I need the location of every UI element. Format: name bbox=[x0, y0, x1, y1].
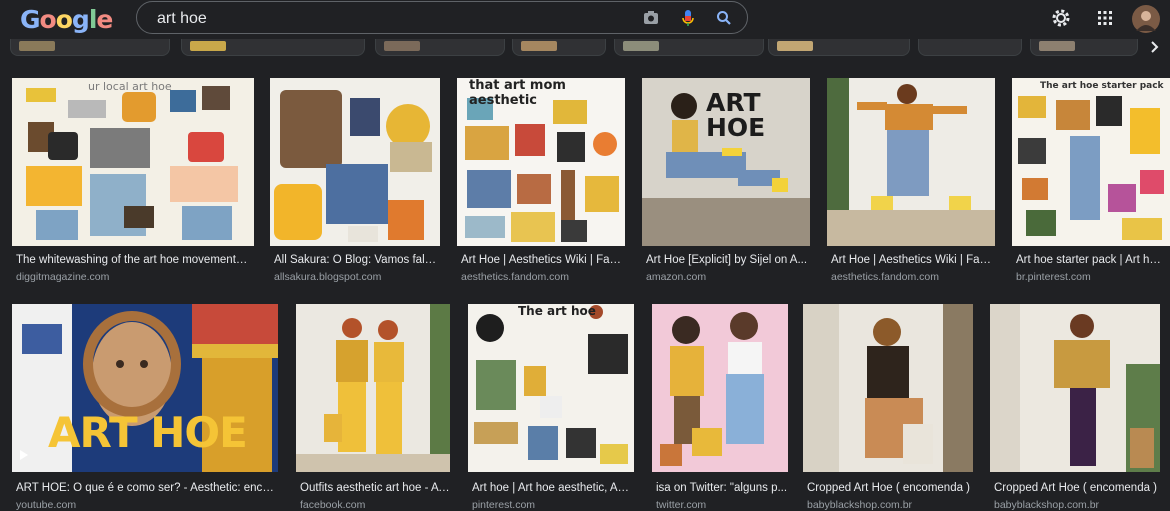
result-thumbnail[interactable]: ART HOE bbox=[642, 78, 810, 246]
top-bar: Google bbox=[0, 0, 1170, 38]
related-searches-strip bbox=[0, 39, 1170, 57]
image-result[interactable]: isa on Twitter: "alguns p... twitter.com bbox=[652, 304, 788, 511]
image-result[interactable]: Cropped Art Hoe ( encomenda ) babyblacks… bbox=[990, 304, 1160, 511]
result-thumbnail[interactable] bbox=[270, 78, 440, 246]
image-result[interactable]: Art Hoe | Aesthetics Wiki | Fan... aesth… bbox=[827, 78, 995, 284]
result-title[interactable]: Cropped Art Hoe ( encomenda ) bbox=[994, 482, 1160, 494]
result-source[interactable]: twitter.com bbox=[656, 499, 706, 511]
thumbnail-overlay-text: ur local art hoe bbox=[88, 80, 172, 93]
related-chip[interactable] bbox=[768, 39, 910, 56]
logo-letter: g bbox=[71, 5, 90, 34]
thumbnail-overlay-text: ART HOE bbox=[706, 88, 766, 142]
result-title[interactable]: ART HOE: O que é e como ser? - Aesthetic… bbox=[16, 482, 274, 494]
settings-icon[interactable] bbox=[1050, 7, 1072, 34]
image-result[interactable]: Cropped Art Hoe ( encomenda ) babyblacks… bbox=[803, 304, 973, 511]
result-thumbnail[interactable]: that art mom aesthetic bbox=[457, 78, 625, 246]
image-result[interactable]: ur local art hoe The whitewashing of the… bbox=[12, 78, 254, 284]
image-result[interactable]: ART HOE Art Hoe [Explicit] by Sijel on A… bbox=[642, 78, 810, 284]
microphone-icon[interactable] bbox=[677, 7, 699, 29]
related-chip[interactable] bbox=[181, 39, 365, 56]
search-box bbox=[136, 1, 748, 34]
related-chip[interactable] bbox=[512, 39, 606, 56]
result-title[interactable]: Art hoe | Art hoe aesthetic, Aes... bbox=[472, 482, 634, 494]
avatar[interactable] bbox=[1132, 5, 1160, 38]
result-source[interactable]: pinterest.com bbox=[472, 499, 535, 511]
result-thumbnail[interactable] bbox=[990, 304, 1160, 472]
result-source[interactable]: amazon.com bbox=[646, 271, 706, 283]
chevron-right-icon[interactable] bbox=[1148, 39, 1162, 60]
logo-letter: o bbox=[39, 5, 57, 34]
result-thumbnail[interactable]: The art hoe starter pack bbox=[1012, 78, 1170, 246]
camera-icon[interactable] bbox=[640, 7, 662, 29]
logo-letter: o bbox=[55, 5, 73, 34]
logo-letter: G bbox=[20, 5, 41, 34]
related-chip[interactable] bbox=[614, 39, 764, 56]
result-source[interactable]: br.pinterest.com bbox=[1016, 271, 1091, 283]
related-chip[interactable] bbox=[10, 39, 170, 56]
image-result[interactable]: Outfits aesthetic art hoe - A ... facebo… bbox=[296, 304, 450, 511]
result-thumbnail[interactable] bbox=[296, 304, 450, 472]
thumbnail-overlay-text: ART HOE bbox=[48, 408, 248, 457]
image-result[interactable]: The art hoe starter pack Art hoe starter… bbox=[1012, 78, 1170, 284]
result-thumbnail[interactable] bbox=[803, 304, 973, 472]
result-title[interactable]: Cropped Art Hoe ( encomenda ) bbox=[807, 482, 973, 494]
image-result[interactable]: ART HOE ART HOE: O que é e como ser? - A… bbox=[12, 304, 278, 511]
result-source[interactable]: babyblackshop.com.br bbox=[807, 499, 912, 511]
search-icon[interactable] bbox=[713, 7, 735, 29]
related-chip[interactable] bbox=[1030, 39, 1138, 56]
result-source[interactable]: allsakura.blogspot.com bbox=[274, 271, 381, 283]
related-chip[interactable] bbox=[918, 39, 1022, 56]
logo-letter: e bbox=[96, 5, 113, 34]
result-title[interactable]: The whitewashing of the art hoe movement… bbox=[16, 254, 248, 266]
search-input[interactable] bbox=[155, 8, 629, 30]
image-result[interactable]: that art mom aesthetic Art Hoe | Aesthet… bbox=[457, 78, 625, 284]
result-source[interactable]: diggitmagazine.com bbox=[16, 271, 109, 283]
image-result[interactable]: All Sakura: O Blog: Vamos falar ... alls… bbox=[270, 78, 440, 284]
result-title[interactable]: All Sakura: O Blog: Vamos falar ... bbox=[274, 254, 440, 266]
result-thumbnail[interactable] bbox=[652, 304, 788, 472]
result-thumbnail[interactable] bbox=[827, 78, 995, 246]
thumbnail-overlay-text: The art hoe starter pack bbox=[1040, 81, 1164, 91]
result-source[interactable]: youtube.com bbox=[16, 499, 76, 511]
apps-icon[interactable] bbox=[1094, 7, 1116, 34]
result-source[interactable]: aesthetics.fandom.com bbox=[461, 271, 569, 283]
result-title[interactable]: Art hoe starter pack | Art hoe ... bbox=[1016, 254, 1166, 266]
result-thumbnail[interactable]: ART HOE bbox=[12, 304, 278, 472]
related-chip[interactable] bbox=[375, 39, 505, 56]
result-thumbnail[interactable]: The art hoe bbox=[468, 304, 634, 472]
image-result[interactable]: The art hoe Art hoe | Art hoe aesthetic,… bbox=[468, 304, 634, 511]
result-source[interactable]: facebook.com bbox=[300, 499, 365, 511]
result-title[interactable]: isa on Twitter: "alguns p... bbox=[656, 482, 788, 494]
result-source[interactable]: babyblackshop.com.br bbox=[994, 499, 1099, 511]
result-thumbnail[interactable]: ur local art hoe bbox=[12, 78, 254, 246]
result-title[interactable]: Art Hoe | Aesthetics Wiki | Fan... bbox=[831, 254, 993, 266]
result-title[interactable]: Outfits aesthetic art hoe - A ... bbox=[300, 482, 450, 494]
result-source[interactable]: aesthetics.fandom.com bbox=[831, 271, 939, 283]
thumbnail-overlay-text: The art hoe bbox=[518, 304, 596, 318]
thumbnail-overlay-text: that art mom aesthetic bbox=[469, 78, 566, 108]
result-title[interactable]: Art Hoe | Aesthetics Wiki | Fan... bbox=[461, 254, 623, 266]
result-title[interactable]: Art Hoe [Explicit] by Sijel on A... bbox=[646, 254, 808, 266]
google-logo[interactable]: Google bbox=[20, 5, 113, 34]
